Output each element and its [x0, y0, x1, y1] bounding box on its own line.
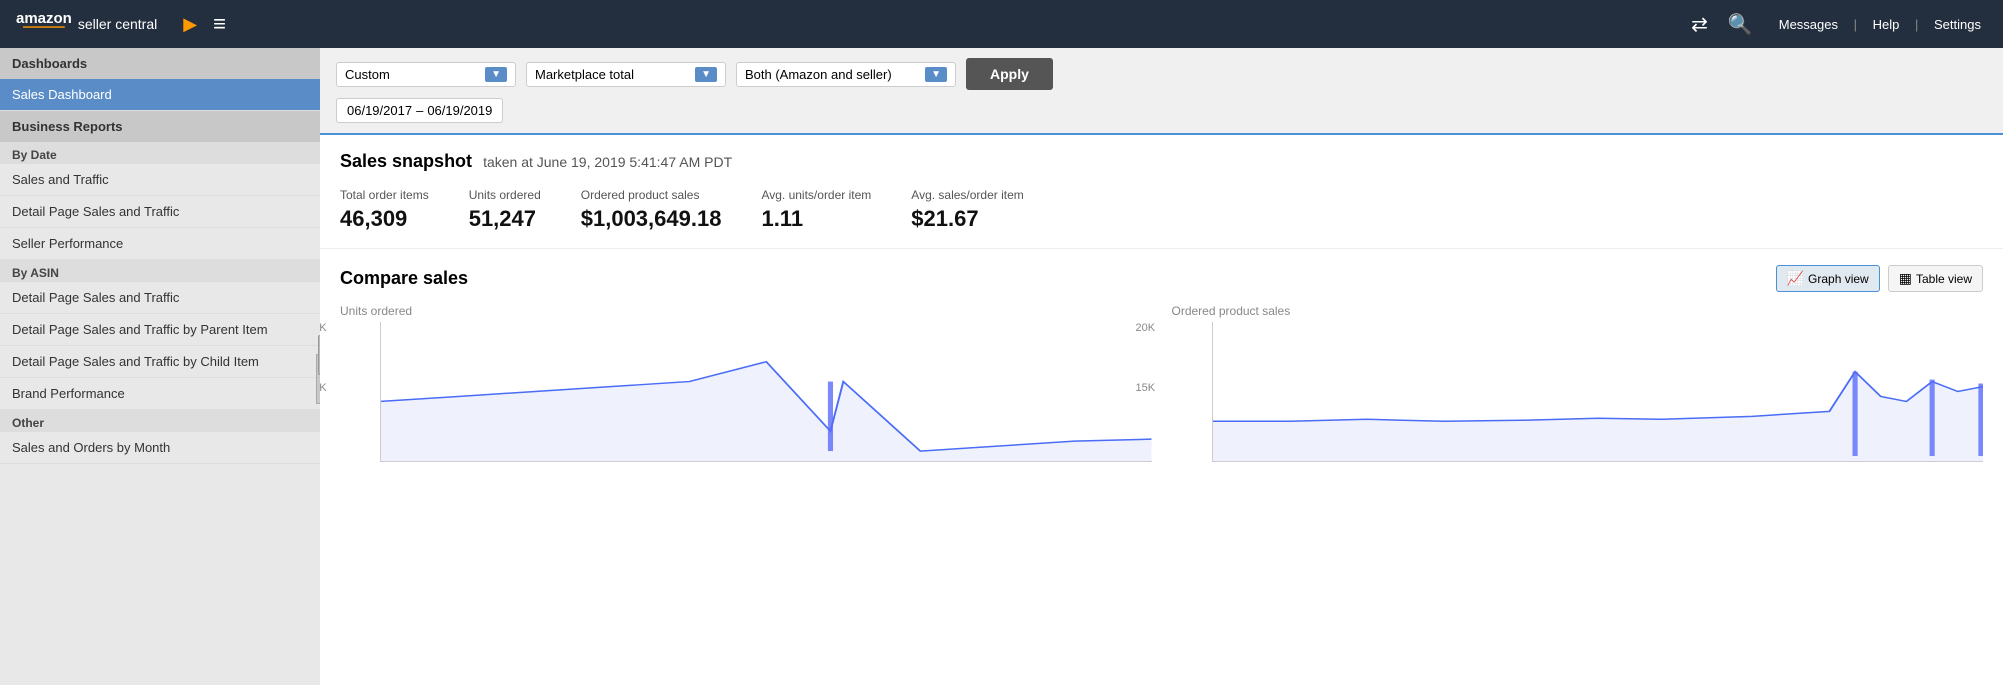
units-chart-area: [380, 322, 1152, 462]
table-view-label: Table view: [1916, 272, 1972, 286]
main-content: Custom ▼ Marketplace total ▼ Both (Amazo…: [320, 48, 2003, 685]
units-ordered-chart-label: Units ordered: [340, 304, 1152, 318]
compare-title: Compare sales: [340, 268, 468, 289]
metric-label-total-order-items: Total order items: [340, 188, 429, 202]
sales-chart-svg: [1213, 322, 1984, 461]
units-ordered-chart-wrap: 1.3K 1.0K: [340, 322, 1152, 462]
logo: amazon ▔▔▔▔▔▔ seller central: [16, 10, 157, 38]
metric-value-avg-units: 1.11: [761, 206, 871, 232]
date-to[interactable]: 06/19/2019: [427, 103, 492, 118]
date-range-row: 06/19/2017 – 06/19/2019: [336, 98, 1987, 123]
sidebar-item-brand-performance[interactable]: Brand Performance: [0, 378, 320, 410]
snapshot-metrics: Total order items 46,309 Units ordered 5…: [340, 188, 1983, 232]
date-from[interactable]: 06/19/2017: [347, 103, 412, 118]
sidebar-section-dashboards: Dashboards: [0, 48, 320, 79]
main-layout: Dashboards Sales Dashboard Business Repo…: [0, 48, 2003, 685]
filter-bar: Custom ▼ Marketplace total ▼ Both (Amazo…: [320, 48, 2003, 135]
metric-value-avg-sales: $21.67: [911, 206, 1024, 232]
metric-value-units-ordered: 51,247: [469, 206, 541, 232]
metric-value-ordered-product-sales: $1,003,649.18: [581, 206, 722, 232]
settings-link[interactable]: Settings: [1934, 17, 1981, 32]
graph-view-label: Graph view: [1808, 272, 1869, 286]
snapshot-subtitle: taken at June 19, 2019 5:41:47 AM PDT: [483, 154, 732, 170]
snapshot-title-bold: Sales snapshot: [340, 151, 472, 171]
sidebar-section-business-reports: Business Reports: [0, 111, 320, 142]
graph-icon: 📈: [1787, 270, 1804, 287]
top-nav: amazon ▔▔▔▔▔▔ seller central ▶ ≡ ⇄ 🔍 Mes…: [0, 0, 2003, 48]
metric-value-total-order-items: 46,309: [340, 206, 429, 232]
marketplace-select[interactable]: Marketplace total ▼: [526, 62, 726, 87]
metric-total-order-items: Total order items 46,309: [340, 188, 429, 232]
sales-chart-y-top: 20K: [1136, 322, 1156, 334]
view-toggle: 📈 Graph view ▦ Table view: [1776, 265, 1983, 292]
search-icon[interactable]: 🔍: [1728, 12, 1753, 37]
marketplace-arrow[interactable]: ▼: [695, 67, 717, 82]
sales-chart-area: [1212, 322, 1984, 462]
product-sales-chart-wrap: 20K 15K: [1172, 322, 1984, 462]
sales-chart-y-mid: 15K: [1136, 382, 1156, 394]
fulfillment-arrow[interactable]: ▼: [925, 67, 947, 82]
help-link[interactable]: Help: [1873, 17, 1900, 32]
sidebar-item-seller-performance[interactable]: Seller Performance: [0, 228, 320, 260]
hamburger-icon[interactable]: ≡: [213, 11, 226, 37]
metric-avg-sales: Avg. sales/order item $21.67: [911, 188, 1024, 232]
flag-icon[interactable]: ▶: [183, 14, 197, 35]
date-type-arrow[interactable]: ▼: [485, 67, 507, 82]
apply-button[interactable]: Apply: [966, 58, 1053, 90]
snapshot-section: Sales snapshot taken at June 19, 2019 5:…: [320, 135, 2003, 249]
table-view-button[interactable]: ▦ Table view: [1888, 265, 1983, 292]
units-chart-y-top: 1.3K: [320, 322, 327, 334]
sidebar-subsection-other: Other: [0, 410, 320, 432]
nav-links: Messages | Help | Settings: [1773, 17, 1987, 32]
sidebar-item-sales-traffic[interactable]: Sales and Traffic: [0, 164, 320, 196]
product-sales-chart-label: Ordered product sales: [1172, 304, 1984, 318]
sidebar-subsection-by-date: By Date: [0, 142, 320, 164]
metric-label-ordered-product-sales: Ordered product sales: [581, 188, 722, 202]
charts-row: Units ordered 1.3K 1.0K: [340, 304, 1983, 462]
sidebar-item-sales-dashboard[interactable]: Sales Dashboard: [0, 79, 320, 111]
snapshot-title: Sales snapshot taken at June 19, 2019 5:…: [340, 151, 1983, 172]
date-range-picker[interactable]: 06/19/2017 – 06/19/2019: [336, 98, 503, 123]
brand-name: seller central: [78, 16, 157, 32]
fulfillment-value: Both (Amazon and seller): [745, 67, 892, 82]
messages-link[interactable]: Messages: [1779, 17, 1838, 32]
date-separator: –: [416, 103, 423, 118]
fulfillment-select[interactable]: Both (Amazon and seller) ▼: [736, 62, 956, 87]
compare-section: Compare sales 📈 Graph view ▦ Table view: [320, 249, 2003, 478]
top-nav-right: ⇄ 🔍 Messages | Help | Settings: [1691, 12, 1987, 37]
table-icon: ▦: [1899, 270, 1912, 287]
units-chart-y-mid: 1.0K: [320, 382, 327, 394]
sidebar-subsection-by-asin: By ASIN: [0, 260, 320, 282]
metric-units-ordered: Units ordered 51,247: [469, 188, 541, 232]
sidebar-item-asin-detail-child[interactable]: Detail Page Sales and Traffic by Child I…: [0, 346, 320, 378]
marketplace-value: Marketplace total: [535, 67, 634, 82]
date-type-select[interactable]: Custom ▼: [336, 62, 516, 87]
product-sales-chart: Ordered product sales 20K 15K: [1172, 304, 1984, 462]
sidebar-item-asin-detail-parent[interactable]: Detail Page Sales and Traffic by Parent …: [0, 314, 320, 346]
filter-row: Custom ▼ Marketplace total ▼ Both (Amazo…: [336, 58, 1987, 90]
sidebar-item-sales-orders-month[interactable]: Sales and Orders by Month: [0, 432, 320, 464]
amazon-logo: amazon ▔▔▔▔▔▔: [16, 10, 72, 38]
date-type-value: Custom: [345, 67, 390, 82]
metric-label-avg-units: Avg. units/order item: [761, 188, 871, 202]
graph-view-button[interactable]: 📈 Graph view: [1776, 265, 1880, 292]
sidebar-item-detail-page-sales-traffic[interactable]: Detail Page Sales and Traffic: [0, 196, 320, 228]
sidebar: Dashboards Sales Dashboard Business Repo…: [0, 48, 320, 685]
units-chart-svg: [381, 322, 1152, 461]
sidebar-collapse-btn[interactable]: ‹: [318, 335, 320, 375]
metric-label-units-ordered: Units ordered: [469, 188, 541, 202]
compare-header: Compare sales 📈 Graph view ▦ Table view: [340, 265, 1983, 292]
sidebar-item-asin-detail-page[interactable]: Detail Page Sales and Traffic: [0, 282, 320, 314]
metric-label-avg-sales: Avg. sales/order item: [911, 188, 1024, 202]
metric-ordered-product-sales: Ordered product sales $1,003,649.18: [581, 188, 722, 232]
swap-icon[interactable]: ⇄: [1691, 12, 1708, 37]
metric-avg-units: Avg. units/order item 1.11: [761, 188, 871, 232]
units-ordered-chart: Units ordered 1.3K 1.0K: [340, 304, 1152, 462]
